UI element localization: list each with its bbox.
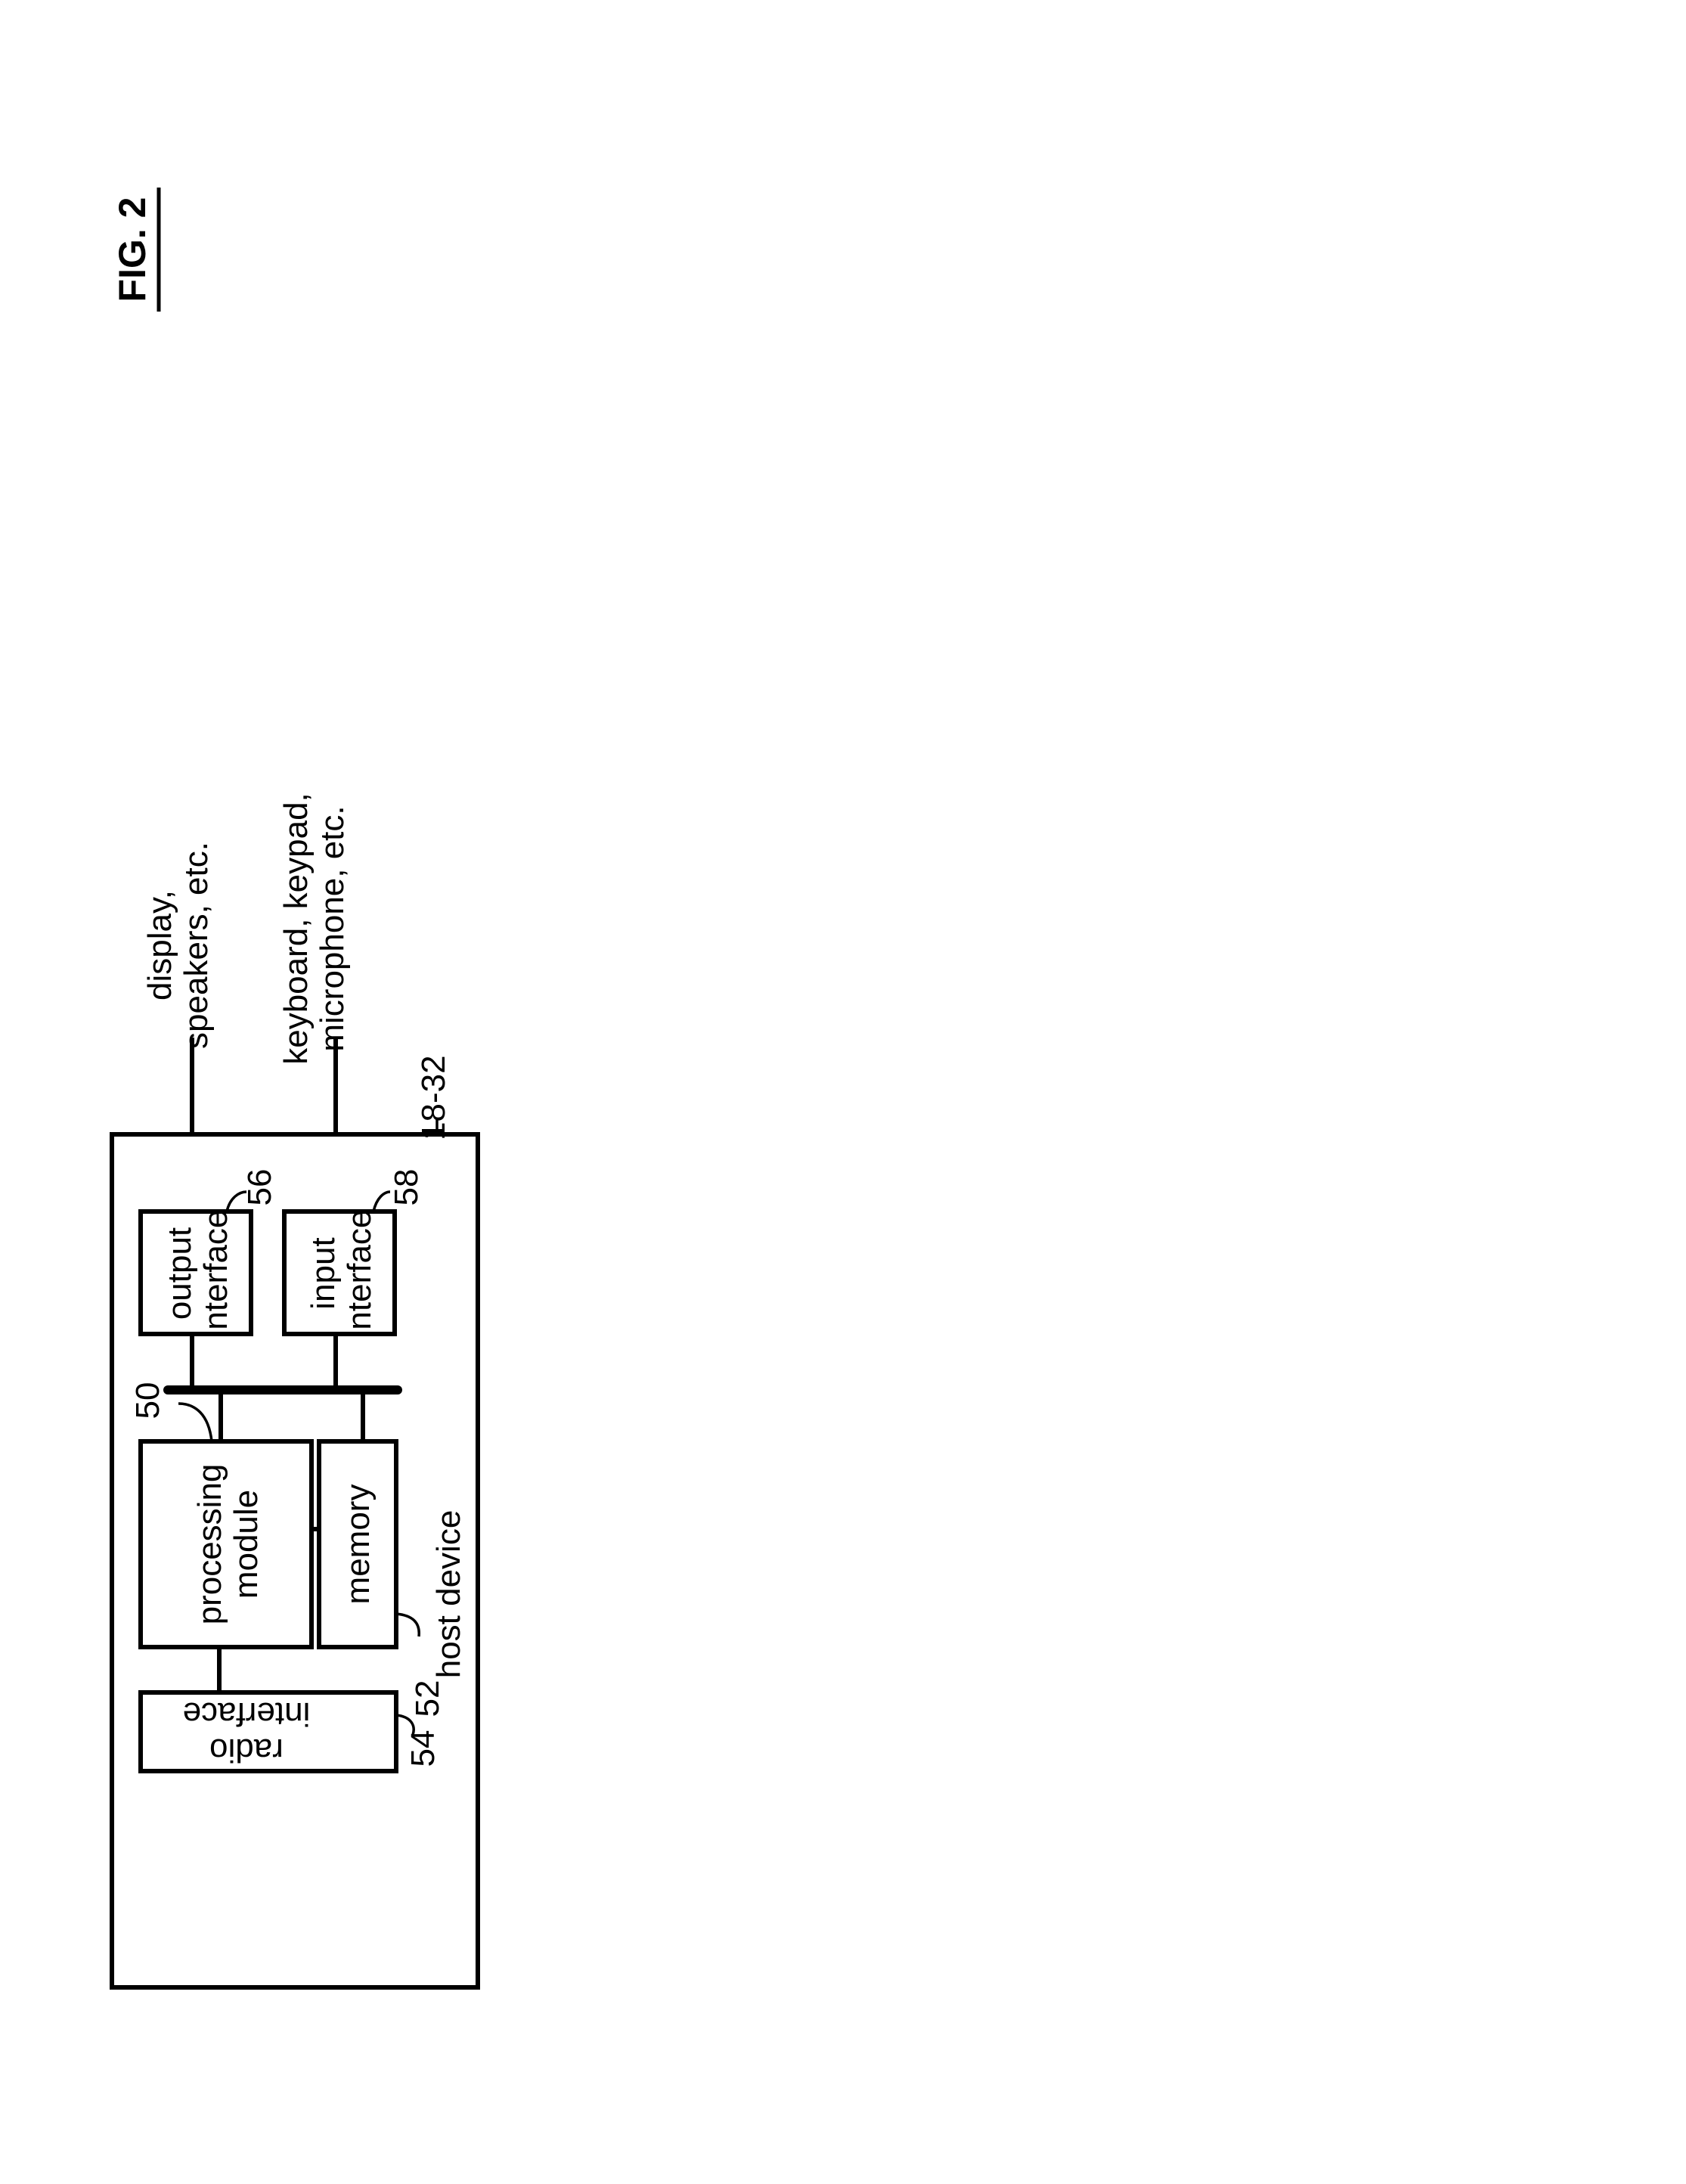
fig2-final: FIG. 2 host device 18-32 display,speaker… — [0, 0, 1686, 2184]
svg-text:memory: memory — [339, 1484, 377, 1605]
svg-text:58: 58 — [388, 1169, 425, 1206]
svg-text:18-32: 18-32 — [415, 1055, 452, 1140]
output-interface-label: outputinterface — [161, 1210, 234, 1338]
figure-title: FIG. 2 — [111, 188, 161, 312]
host-device-ref: 18-32 — [415, 1055, 452, 1140]
svg-text:54: 54 — [404, 1730, 442, 1767]
svg-text:keyboard, keypad,microphone, e: keyboard, keypad,microphone, etc. — [277, 793, 351, 1065]
input-interface-ref: 58 — [388, 1169, 425, 1206]
processing-module-ref: 50 — [129, 1382, 166, 1419]
svg-text:FIG. 2: FIG. 2 — [111, 197, 153, 302]
host-memory-ref: 52 — [409, 1680, 446, 1717]
svg-text:56: 56 — [241, 1169, 278, 1206]
svg-text:52: 52 — [409, 1680, 446, 1717]
svg-text:host device: host device — [430, 1510, 467, 1679]
input-devices-label: keyboard, keypad,microphone, etc. — [277, 793, 351, 1065]
svg-text:50: 50 — [129, 1382, 166, 1419]
host-device-label: host device — [430, 1510, 467, 1679]
output-interface-ref: 56 — [241, 1169, 278, 1206]
radio-interface-ref: 54 — [404, 1730, 442, 1767]
host-memory-label: memory — [339, 1484, 377, 1605]
svg-text:outputinterface: outputinterface — [161, 1210, 234, 1338]
